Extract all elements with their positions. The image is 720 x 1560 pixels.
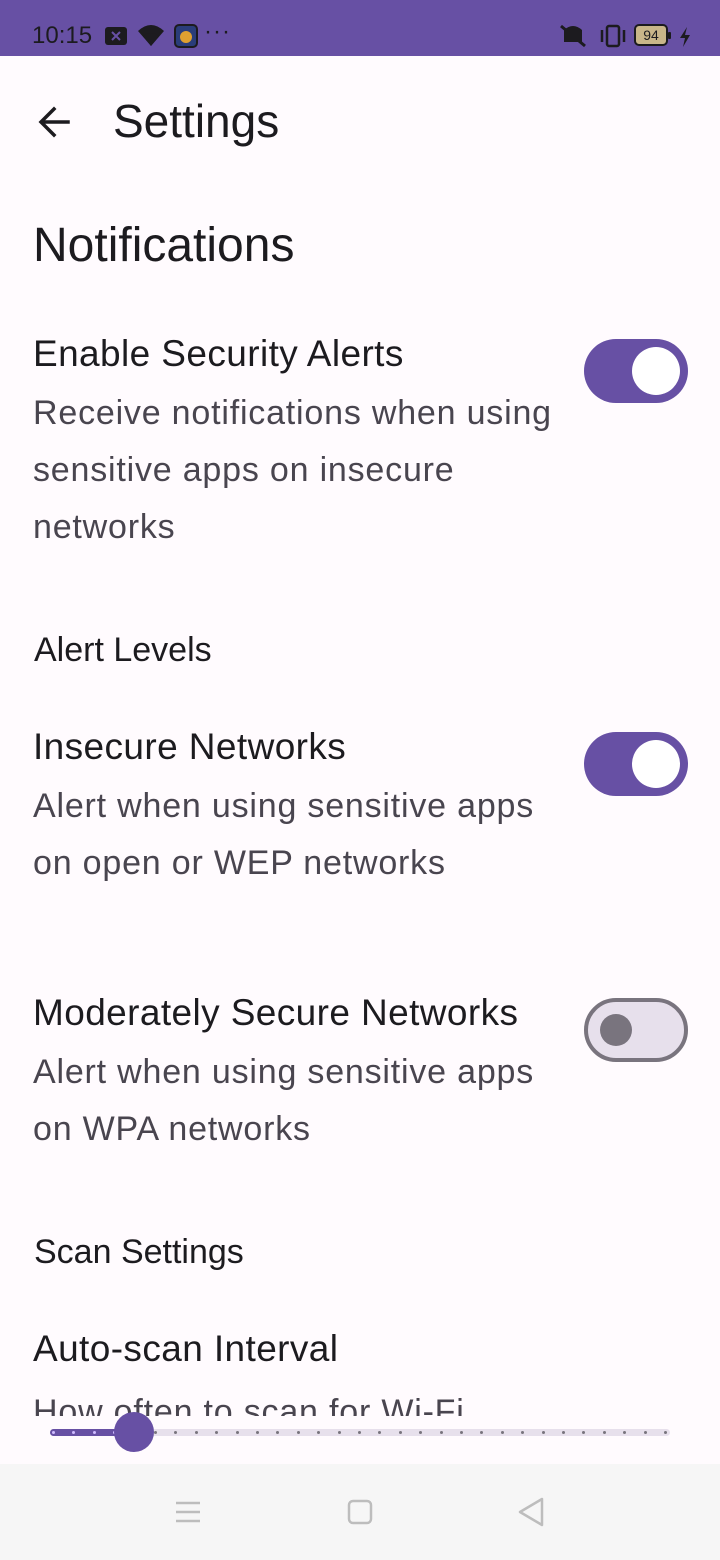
slider-tick bbox=[194, 1431, 198, 1434]
slider-tick bbox=[398, 1431, 402, 1434]
slider-tick bbox=[480, 1431, 484, 1434]
auto-scan-title: Auto-scan Interval bbox=[33, 1328, 339, 1369]
battery-icon: 94 bbox=[634, 24, 671, 46]
slider-tick bbox=[276, 1431, 280, 1434]
insecure-networks-summary: Alert when using sensitive apps on open … bbox=[33, 787, 535, 882]
auto-scan-summary: How often to scan for Wi-Fi bbox=[33, 1393, 465, 1416]
enable-alerts-summary: Receive notifications when using sensiti… bbox=[33, 394, 552, 546]
auto-scan-summary-clip: How often to scan for Wi-Fi bbox=[0, 1380, 720, 1416]
slider-tick bbox=[664, 1431, 667, 1434]
slider-tick bbox=[92, 1431, 96, 1434]
slider-tick bbox=[419, 1431, 423, 1434]
switch-thumb bbox=[600, 1014, 632, 1046]
moderate-networks-summary: Alert when using sensitive apps on WPA n… bbox=[33, 1053, 535, 1148]
battery-level: 94 bbox=[643, 27, 659, 43]
switch-thumb bbox=[632, 740, 680, 788]
slider-tick bbox=[235, 1431, 239, 1434]
notification-x-icon bbox=[105, 27, 127, 45]
slider-tick bbox=[623, 1431, 627, 1434]
home-icon[interactable] bbox=[338, 1490, 382, 1534]
slider-tick bbox=[215, 1431, 219, 1434]
slider-tick bbox=[358, 1431, 361, 1434]
slider-tick bbox=[562, 1431, 565, 1434]
notifications-heading: Notifications bbox=[33, 219, 295, 272]
slider-tick bbox=[643, 1431, 647, 1434]
wifi-icon bbox=[138, 25, 164, 46]
slider-tick bbox=[541, 1431, 545, 1434]
slider-tick bbox=[317, 1431, 321, 1434]
slider-tick bbox=[174, 1431, 178, 1434]
vibrate-off-icon bbox=[560, 24, 586, 48]
page-title: Settings bbox=[113, 95, 280, 147]
status-bar: 10:15 ··· 94 bbox=[0, 0, 720, 56]
slider-tick bbox=[460, 1431, 463, 1434]
moderate-networks-title: Moderately Secure Networks bbox=[33, 992, 519, 1033]
slider-tick bbox=[337, 1431, 341, 1434]
slider-tick bbox=[52, 1431, 55, 1434]
menu-icon[interactable] bbox=[166, 1490, 210, 1534]
scan-settings-heading: Scan Settings bbox=[34, 1233, 244, 1271]
insecure-networks-switch[interactable] bbox=[584, 732, 688, 796]
status-time: 10:15 bbox=[32, 22, 93, 49]
slider-tick bbox=[521, 1431, 525, 1434]
moderate-networks-switch[interactable] bbox=[584, 998, 688, 1062]
slider-tick bbox=[582, 1431, 586, 1434]
slider-tick bbox=[439, 1431, 443, 1434]
slider-tick bbox=[296, 1431, 300, 1434]
slider-tick bbox=[500, 1431, 504, 1434]
enable-alerts-title: Enable Security Alerts bbox=[33, 333, 404, 374]
auto-scan-slider-thumb[interactable] bbox=[113, 1412, 154, 1452]
switch-thumb bbox=[632, 347, 680, 395]
slider-tick bbox=[154, 1431, 157, 1434]
alert-levels-heading: Alert Levels bbox=[34, 631, 212, 669]
slider-tick bbox=[602, 1431, 606, 1434]
slider-tick bbox=[256, 1431, 259, 1434]
back-arrow-icon[interactable] bbox=[30, 96, 82, 148]
app-icon bbox=[174, 24, 198, 48]
slider-tick bbox=[378, 1431, 382, 1434]
insecure-networks-title: Insecure Networks bbox=[33, 726, 347, 767]
more-notifications-icon: ··· bbox=[204, 18, 231, 45]
vibrate-icon bbox=[600, 24, 626, 48]
enable-alerts-switch[interactable] bbox=[584, 339, 688, 403]
back-triangle-icon[interactable] bbox=[510, 1490, 554, 1534]
charging-icon bbox=[680, 27, 690, 47]
system-navigation-bar bbox=[0, 1464, 720, 1560]
